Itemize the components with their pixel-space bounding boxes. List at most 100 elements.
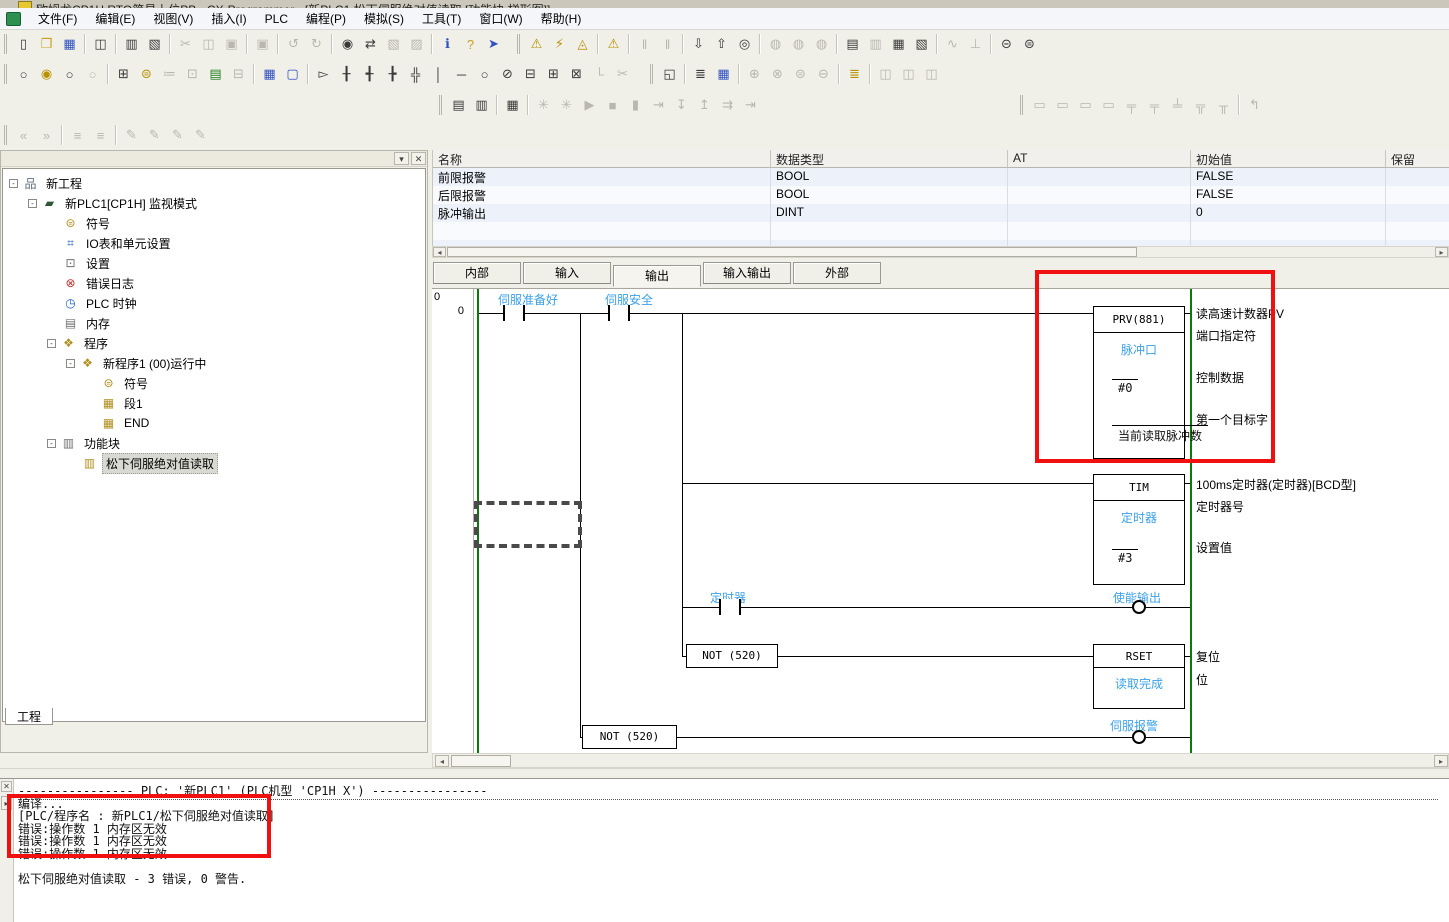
tree-item-io-table[interactable]: ⌗IO表和单元设置 — [47, 233, 174, 253]
address-reference-icon[interactable]: ⇄ — [359, 33, 382, 55]
menu-item[interactable]: 文件(F) — [29, 8, 86, 29]
contact-or-nc-icon[interactable]: ╬ — [404, 63, 427, 85]
horizontal-splitter[interactable] — [0, 768, 1449, 778]
menu-item[interactable]: 模拟(S) — [355, 8, 413, 29]
variable-tab-5[interactable]: 外部 — [793, 262, 881, 284]
horizontal-line-icon[interactable]: ─ — [450, 63, 473, 85]
document-icon[interactable] — [6, 12, 21, 26]
fb-protect-icon[interactable]: ▦ — [501, 94, 524, 116]
table-cell[interactable]: 后限报警 — [433, 186, 771, 204]
zoom-out-icon[interactable]: ○ — [58, 63, 81, 85]
page-setup-icon[interactable]: ◫ — [89, 33, 112, 55]
fb-library-load-icon[interactable]: ▥ — [470, 94, 493, 116]
table-row[interactable] — [433, 222, 1449, 240]
tree-item-memory[interactable]: ▤内存 — [47, 313, 113, 333]
tree-item-clock[interactable]: ◷PLC 时钟 — [47, 293, 140, 313]
toolbar-grip[interactable] — [517, 34, 521, 54]
table-cell[interactable] — [1191, 222, 1386, 240]
monitor-view-icon[interactable]: ▤ — [841, 33, 864, 55]
zoom-tool-icon[interactable]: ○ — [12, 63, 35, 85]
tim-instruction-block[interactable]: TIM 定时器 #3 — [1093, 474, 1185, 585]
open-file-icon[interactable]: ❒ — [35, 33, 58, 55]
toolbar-grip[interactable] — [4, 34, 8, 54]
scroll-left-icon[interactable]: ◂ — [433, 247, 446, 257]
coil-nc-tool-icon[interactable]: ⊘ — [496, 63, 519, 85]
contact-timer[interactable] — [719, 599, 741, 615]
tree-item-plc[interactable]: -▰新PLC1[CP1H] 监视模式 — [28, 193, 200, 213]
variable-tab-4[interactable]: 输入输出 — [703, 262, 791, 284]
select-tool-icon[interactable]: ▻ — [312, 63, 335, 85]
tree-expander-icon[interactable]: - — [47, 439, 56, 448]
tree-item-settings[interactable]: ⊡设置 — [47, 253, 113, 273]
print-preview-icon[interactable]: ▧ — [143, 33, 166, 55]
table-cell[interactable]: 脉冲输出 — [433, 204, 771, 222]
rset-instruction-block[interactable]: RSET 读取完成 — [1093, 644, 1185, 709]
selection-rectangle[interactable] — [474, 501, 582, 548]
menu-item[interactable]: 插入(I) — [202, 8, 255, 29]
dock-pin-icon[interactable]: ▾ — [394, 152, 409, 165]
contact-or-no-icon[interactable]: ╊ — [381, 63, 404, 85]
scroll-thumb[interactable] — [447, 247, 1137, 257]
toolbar-grip[interactable] — [439, 95, 443, 115]
context-help-icon[interactable]: ➤ — [482, 33, 505, 55]
table-cell[interactable] — [771, 222, 1008, 240]
work-online-icon[interactable]: ⚠ — [525, 33, 548, 55]
output-nav-icon[interactable]: ▸ — [1, 796, 12, 810]
variable-tab-2[interactable]: 输入 — [523, 262, 611, 284]
prv-operand-port[interactable]: 脉冲口 — [1094, 341, 1184, 358]
find-icon[interactable]: ◉ — [336, 33, 359, 55]
compare-with-plc-icon[interactable]: ◎ — [733, 33, 756, 55]
section-list-icon[interactable]: ▤ — [204, 63, 227, 85]
menu-item[interactable]: 帮助(H) — [532, 8, 591, 29]
tree-item-program[interactable]: -❖程序 — [47, 333, 111, 353]
table-cell[interactable]: 0 — [1191, 204, 1386, 222]
scroll-thumb[interactable] — [451, 755, 511, 767]
scroll-left-icon[interactable]: ◂ — [435, 755, 449, 767]
ladder-hscrollbar[interactable]: ◂ ▸ — [432, 753, 1449, 768]
toolbar-grip[interactable] — [650, 64, 654, 84]
invoke-fb-icon[interactable]: ⊠ — [565, 63, 588, 85]
scroll-right-icon[interactable]: ▸ — [1434, 755, 1448, 767]
table-cell[interactable]: DINT — [771, 204, 1008, 222]
menu-item[interactable]: 编辑(E) — [86, 8, 144, 29]
plc-instruction-icon[interactable]: ⊟ — [519, 63, 542, 85]
table-cell[interactable] — [1008, 168, 1191, 186]
table-cell[interactable] — [1386, 204, 1449, 222]
table-row[interactable]: 后限报警BOOLFALSE — [433, 186, 1449, 204]
run-section-icon[interactable]: ◱ — [658, 63, 681, 85]
grid-toggle-icon[interactable]: ⊞ — [112, 63, 135, 85]
menu-item[interactable]: 工具(T) — [413, 8, 470, 29]
tree-expander-icon[interactable]: - — [66, 359, 75, 368]
memory-card-icon[interactable]: ▦ — [712, 63, 735, 85]
monitor-icon[interactable]: ⚡ — [548, 33, 571, 55]
tree-item-section[interactable]: ▦END — [85, 413, 152, 433]
contact-servo-ready[interactable] — [503, 305, 525, 321]
tree-expander-icon[interactable]: - — [28, 199, 37, 208]
tree-item-symbols[interactable]: ⊜符号 — [85, 373, 151, 393]
contact-no-icon[interactable]: ╂ — [335, 63, 358, 85]
menu-item[interactable]: 视图(V) — [144, 8, 202, 29]
set-password-icon[interactable]: ⊝ — [995, 33, 1018, 55]
table-cell[interactable] — [1386, 186, 1449, 204]
scroll-right-icon[interactable]: ▸ — [1435, 247, 1448, 257]
prv-instruction-block[interactable]: PRV(881) 脉冲口 #0 当前读取脉冲数 — [1093, 306, 1185, 459]
tree-item-function-blocks[interactable]: -▥功能块 — [47, 433, 123, 453]
tree-expander-icon[interactable]: - — [9, 179, 18, 188]
ladder-editor[interactable]: 0 0 伺服准备好 伺服安全 定时器 PRV(881) 脉冲口 #0 — [432, 288, 1449, 753]
watch-list-icon[interactable]: ≣ — [843, 63, 866, 85]
menu-item[interactable]: 窗口(W) — [470, 8, 531, 29]
toolbar-grip[interactable] — [4, 125, 8, 145]
instruction-list-icon[interactable]: ≣ — [689, 63, 712, 85]
variable-tab-3[interactable]: 输出 — [613, 265, 701, 287]
transfer-to-plc-icon[interactable]: ⇩ — [687, 33, 710, 55]
coil-servo-alarm[interactable] — [1132, 730, 1146, 744]
table-row[interactable]: 前限报警BOOLFALSE — [433, 168, 1449, 186]
symbol-table-icon[interactable]: ⊜ — [135, 63, 158, 85]
fb-library-save-icon[interactable]: ▤ — [447, 94, 470, 116]
tree-item-error-log[interactable]: ⊗错误日志 — [47, 273, 137, 293]
vertical-line-icon[interactable]: │ — [427, 63, 450, 85]
variable-tab-1[interactable]: 内部 — [433, 262, 521, 284]
tree-item-program-section[interactable]: -❖新程序1 (00)运行中 — [66, 353, 209, 373]
table-cell[interactable] — [433, 222, 771, 240]
tree-item-symbols[interactable]: ⊜符号 — [47, 213, 113, 233]
